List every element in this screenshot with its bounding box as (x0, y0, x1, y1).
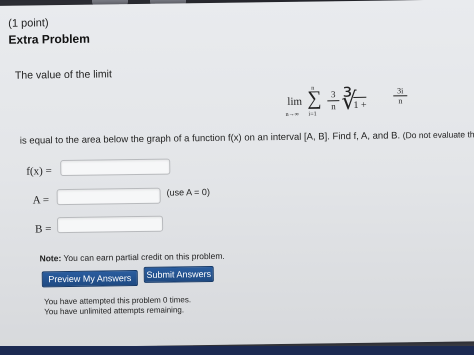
b-label: B = (35, 223, 52, 236)
problem-prompt: The value of the limit (14, 68, 112, 82)
lim-symbol: lim (287, 95, 303, 108)
problem-title: Extra Problem (8, 31, 90, 47)
note-label: Note: (39, 253, 62, 264)
limit-formula: lim n→∞ n ∑ i=1 3 n ∛ 1 + 3i n (286, 86, 408, 126)
problem-header: (1 point) Extra Problem (8, 17, 90, 47)
lim-subscript: n→∞ (285, 111, 299, 118)
problem-statement: is equal to the area below the graph of … (20, 129, 474, 147)
coefficient-denominator: n (331, 101, 336, 112)
f-input[interactable] (60, 158, 171, 177)
radicand-numerator: 3i (393, 86, 408, 97)
sum-icon: ∑ (307, 87, 322, 110)
radicand-denominator: n (398, 96, 403, 106)
preview-answers-button[interactable]: Preview My Answers (41, 270, 138, 288)
statement-text: is equal to the area below the graph of … (19, 130, 401, 147)
f-label: f(x) = (26, 165, 52, 178)
a-label: A = (32, 194, 50, 207)
sum-lower-bound: i=1 (308, 111, 317, 118)
partial-credit-note: Note: You can earn partial credit on thi… (39, 251, 224, 264)
coefficient-numerator: 3 (327, 89, 340, 102)
radicand: 1 + (353, 96, 367, 111)
a-input[interactable] (56, 187, 161, 206)
submit-answers-button[interactable]: Submit Answers (143, 265, 214, 283)
note-text: You can earn partial credit on this prob… (63, 250, 225, 264)
points-label: (1 point) (8, 17, 49, 30)
statement-note: (Do not evaluate the limit.) (402, 129, 474, 141)
radicand-fraction: 3i n (393, 86, 408, 106)
problem-page: (1 point) Extra Problem The value of the… (0, 0, 474, 348)
coefficient-fraction: 3 n (327, 89, 340, 112)
a-hint: (use A = 0) (166, 187, 210, 198)
b-input[interactable] (56, 215, 164, 234)
bottom-bar (0, 346, 474, 355)
remaining-status: You have unlimited attempts remaining. (44, 305, 185, 317)
